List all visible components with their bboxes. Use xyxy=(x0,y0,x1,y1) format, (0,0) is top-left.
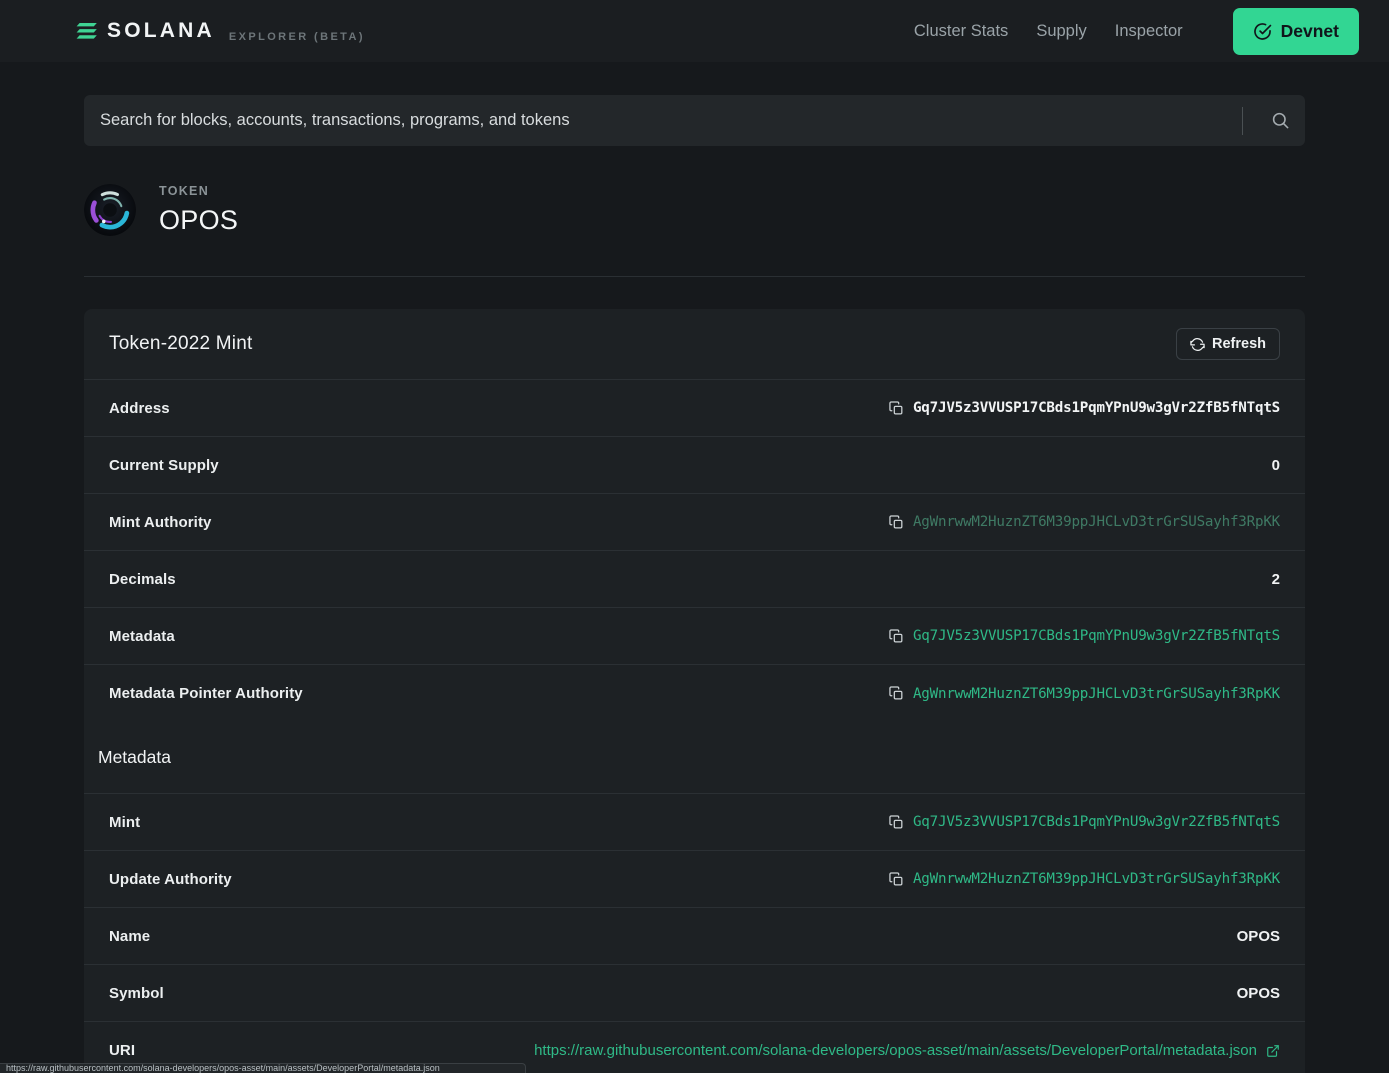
refresh-icon xyxy=(1190,337,1205,352)
table-row: Name OPOS xyxy=(84,908,1305,965)
search-box[interactable] xyxy=(84,95,1305,146)
row-value-link[interactable]: Gq7JV5z3VVUSP17CBds1PqmYPnU9w3gVr2ZfB5fN… xyxy=(913,814,1280,830)
copy-icon[interactable] xyxy=(889,629,904,644)
row-value: OPOS xyxy=(1237,985,1280,1002)
row-value-text: OPOS xyxy=(1237,985,1280,1002)
copy-icon[interactable] xyxy=(889,815,904,830)
copy-icon[interactable] xyxy=(889,401,904,416)
copy-icon[interactable] xyxy=(889,515,904,530)
opos-token-logo xyxy=(84,184,136,236)
browser-status-bar: https://raw.githubusercontent.com/solana… xyxy=(0,1063,526,1073)
row-value: AgWnrwwM2HuznZT6M39ppJHCLvD3trGrSUSayhf3… xyxy=(889,686,1280,702)
row-label: Mint Authority xyxy=(109,514,212,531)
table-row: Decimals 2 xyxy=(84,551,1305,608)
row-value-text: Gq7JV5z3VVUSP17CBds1PqmYPnU9w3gVr2ZfB5fN… xyxy=(913,400,1280,416)
search-divider xyxy=(1242,107,1243,135)
row-value: 2 xyxy=(1272,571,1280,588)
brand-wordmark: SOLANA xyxy=(107,19,215,43)
external-link-icon[interactable] xyxy=(1266,1044,1280,1058)
check-circle-icon xyxy=(1253,22,1272,41)
row-value: AgWnrwwM2HuznZT6M39ppJHCLvD3trGrSUSayhf3… xyxy=(889,871,1280,887)
token-header: TOKEN OPOS xyxy=(84,146,1305,277)
row-label: Metadata Pointer Authority xyxy=(109,685,303,702)
token-kicker: TOKEN xyxy=(159,184,238,198)
copy-icon[interactable] xyxy=(889,872,904,887)
row-value-text: 2 xyxy=(1272,571,1280,588)
row-value-link[interactable]: Gq7JV5z3VVUSP17CBds1PqmYPnU9w3gVr2ZfB5fN… xyxy=(913,628,1280,644)
metadata-section-header: Metadata xyxy=(84,722,1305,794)
row-label: Mint xyxy=(109,814,140,831)
nav-link-supply[interactable]: Supply xyxy=(1036,22,1086,41)
row-label: Name xyxy=(109,928,150,945)
refresh-button[interactable]: Refresh xyxy=(1176,328,1280,360)
solana-logo-icon xyxy=(76,23,98,40)
explorer-page: SOLANA EXPLORER (BETA) Cluster Stats Sup… xyxy=(0,0,1389,1073)
copy-icon[interactable] xyxy=(889,686,904,701)
row-label: Decimals xyxy=(109,571,176,588)
brand-subtitle: EXPLORER (BETA) xyxy=(229,31,365,43)
row-label: Current Supply xyxy=(109,457,219,474)
row-value: 0 xyxy=(1272,457,1280,474)
row-label: Metadata xyxy=(109,628,175,645)
row-value-link[interactable]: AgWnrwwM2HuznZT6M39ppJHCLvD3trGrSUSayhf3… xyxy=(913,686,1280,702)
row-value: OPOS xyxy=(1237,928,1280,945)
card-title: Token-2022 Mint xyxy=(109,333,252,355)
row-value-link[interactable]: AgWnrwwM2HuznZT6M39ppJHCLvD3trGrSUSayhf3… xyxy=(913,871,1280,887)
row-label: Update Authority xyxy=(109,871,232,888)
row-value: Gq7JV5z3VVUSP17CBds1PqmYPnU9w3gVr2ZfB5fN… xyxy=(889,628,1280,644)
table-row: Address Gq7JV5z3VVUSP17CBds1PqmYPnU9w3gVr… xyxy=(84,380,1305,437)
metadata-rows: Mint Gq7JV5z3VVUSP17CBds1PqmYPnU9w3gVr2Zf… xyxy=(84,794,1305,1073)
refresh-label: Refresh xyxy=(1212,336,1266,352)
page-title: OPOS xyxy=(159,205,238,236)
brand-logo: SOLANA xyxy=(76,19,215,43)
search-section xyxy=(0,62,1389,146)
table-row: Current Supply 0 xyxy=(84,437,1305,494)
cluster-devnet-button[interactable]: Devnet xyxy=(1233,8,1359,55)
top-navbar: SOLANA EXPLORER (BETA) Cluster Stats Sup… xyxy=(0,0,1389,62)
metadata-section-title: Metadata xyxy=(98,747,171,768)
table-row: Update Authority AgWnrwwM2HuznZT6M39ppJHC… xyxy=(84,851,1305,908)
row-label: Address xyxy=(109,400,170,417)
mint-rows: Address Gq7JV5z3VVUSP17CBds1PqmYPnU9w3gVr… xyxy=(84,380,1305,722)
nav-links: Cluster Stats Supply Inspector Devnet xyxy=(914,8,1359,55)
row-value: Gq7JV5z3VVUSP17CBds1PqmYPnU9w3gVr2ZfB5fN… xyxy=(889,400,1280,416)
table-row: Mint Authority AgWnrwwM2HuznZT6M39ppJHCLv… xyxy=(84,494,1305,551)
row-value: AgWnrwwM2HuznZT6M39ppJHCLvD3trGrSUSayhf3… xyxy=(889,514,1280,530)
table-row: Mint Gq7JV5z3VVUSP17CBds1PqmYPnU9w3gVr2Zf… xyxy=(84,794,1305,851)
cluster-devnet-label: Devnet xyxy=(1281,21,1339,42)
card-header: Token-2022 Mint Refresh xyxy=(84,309,1305,380)
row-value-text: 0 xyxy=(1272,457,1280,474)
brand[interactable]: SOLANA EXPLORER (BETA) xyxy=(76,19,365,43)
row-label: URI xyxy=(109,1042,135,1059)
row-value: Gq7JV5z3VVUSP17CBds1PqmYPnU9w3gVr2ZfB5fN… xyxy=(889,814,1280,830)
nav-link-cluster-stats[interactable]: Cluster Stats xyxy=(914,22,1008,41)
nav-link-inspector[interactable]: Inspector xyxy=(1115,22,1183,41)
search-icon xyxy=(1271,111,1290,130)
search-input[interactable] xyxy=(100,111,1242,130)
table-row: Metadata Pointer Authority AgWnrwwM2HuznZ… xyxy=(84,665,1305,722)
row-value: https://raw.githubusercontent.com/solana… xyxy=(534,1042,1280,1059)
table-row: Symbol OPOS xyxy=(84,965,1305,1022)
token-mint-card: Token-2022 Mint Refresh Address Gq7JV5z3V… xyxy=(84,309,1305,1073)
row-value-link[interactable]: https://raw.githubusercontent.com/solana… xyxy=(534,1042,1257,1059)
row-value-text: OPOS xyxy=(1237,928,1280,945)
row-label: Symbol xyxy=(109,985,164,1002)
search-button[interactable] xyxy=(1263,104,1297,138)
token-meta: TOKEN OPOS xyxy=(159,184,238,236)
table-row: Metadata Gq7JV5z3VVUSP17CBds1PqmYPnU9w3gV… xyxy=(84,608,1305,665)
row-value-link[interactable]: AgWnrwwM2HuznZT6M39ppJHCLvD3trGrSUSayhf3… xyxy=(913,514,1280,530)
